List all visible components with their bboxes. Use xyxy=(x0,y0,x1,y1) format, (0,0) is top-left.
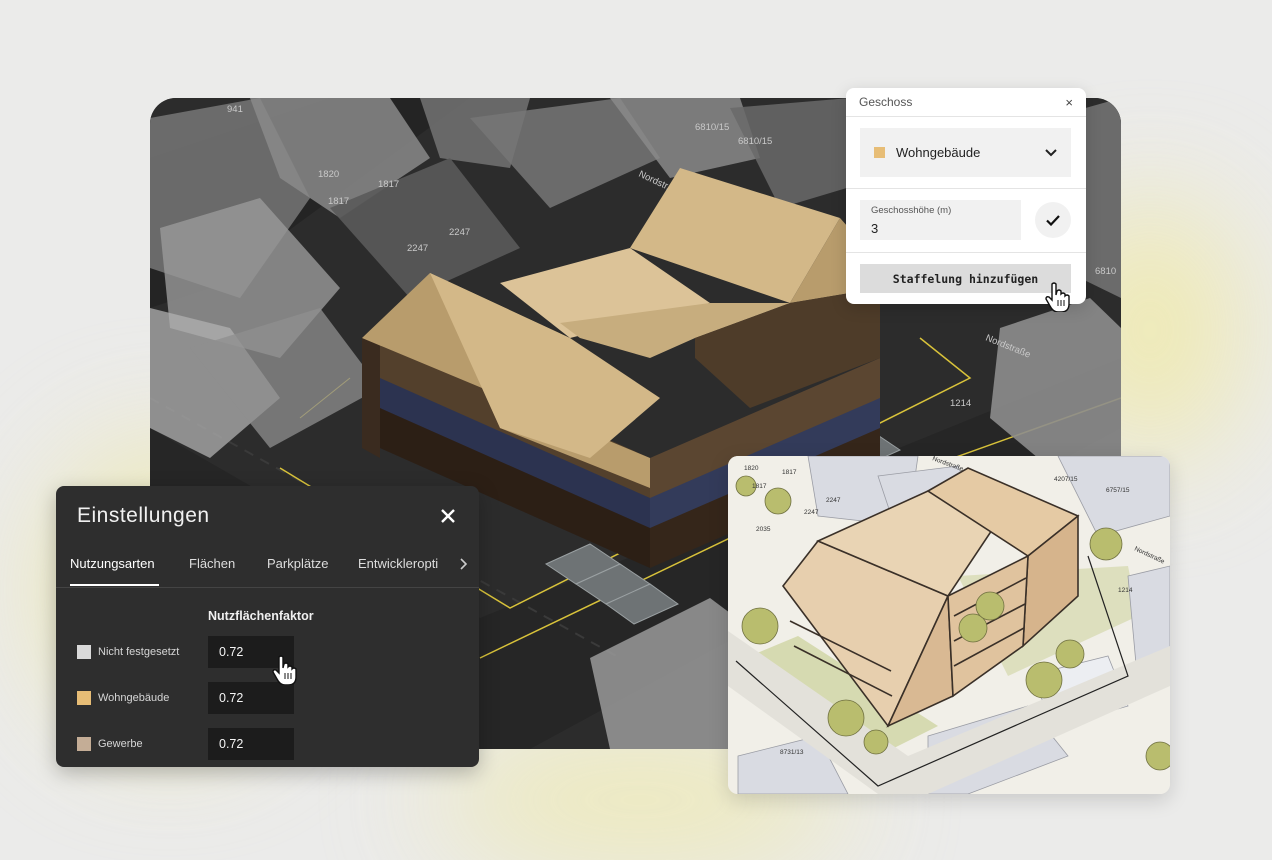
floor-height-value[interactable]: 3 xyxy=(871,221,1010,236)
sketch-rendering: 1820 1817 1817 2247 2247 2035 4207/15 67… xyxy=(728,456,1170,794)
usage-type-value: Wohngebäude xyxy=(896,145,981,160)
geschoss-panel-header: Geschoss × xyxy=(846,88,1086,117)
parcel-label: 941 xyxy=(227,104,243,115)
hand-cursor-icon xyxy=(272,655,297,685)
sketch-label: 2035 xyxy=(756,526,771,533)
usage-label: Gewerbe xyxy=(98,738,143,750)
close-icon[interactable]: × xyxy=(1065,95,1073,110)
sketch-label: 2247 xyxy=(804,509,819,516)
usage-type-select[interactable]: Wohngebäude xyxy=(860,128,1071,177)
sketch-label: 1820 xyxy=(744,465,759,472)
sketch-label: 6757/15 xyxy=(1106,487,1130,494)
sketch-label: 1817 xyxy=(752,483,767,490)
factor-input[interactable]: 0.72 xyxy=(208,682,294,714)
parcel-label: 6810/15 xyxy=(738,136,772,147)
parcel-label: 1817 xyxy=(378,179,399,190)
usage-color-swatch xyxy=(77,691,91,705)
hand-cursor-icon xyxy=(1045,282,1070,312)
usage-label: Wohngebäude xyxy=(98,692,170,704)
geschoss-panel: Geschoss × Wohngebäude Geschosshöhe (m) … xyxy=(846,88,1086,304)
settings-tabs: Nutzungsarten Flächen Parkplätze Entwick… xyxy=(56,556,479,588)
chevron-down-icon xyxy=(1045,148,1057,156)
tab-parkplaetze[interactable]: Parkplätze xyxy=(267,556,328,571)
usage-color-swatch xyxy=(874,147,885,158)
parcel-label: 2247 xyxy=(449,227,470,238)
floor-height-field[interactable]: Geschosshöhe (m) 3 xyxy=(860,200,1021,240)
active-tab-indicator xyxy=(70,584,159,586)
parcel-label: 6810/15 xyxy=(695,122,729,133)
parcel-label: 2247 xyxy=(407,243,428,254)
divider xyxy=(846,252,1086,253)
parcel-label: 6810 xyxy=(1095,266,1116,277)
settings-panel: Einstellungen Nutzungsarten Flächen Park… xyxy=(56,486,479,767)
add-staggering-button[interactable]: Staffelung hinzufügen xyxy=(860,264,1071,293)
usage-label: Nicht festgesetzt xyxy=(98,646,180,658)
settings-title: Einstellungen xyxy=(77,504,210,527)
geschoss-panel-title: Geschoss xyxy=(859,95,913,109)
parcel-label: 1820 xyxy=(318,169,339,180)
sketch-label: 8731/13 xyxy=(780,749,804,756)
sketch-label: 1214 xyxy=(1118,587,1133,594)
checkmark-icon xyxy=(1046,214,1060,226)
close-icon[interactable] xyxy=(438,506,458,526)
column-header: Nutzflächenfaktor xyxy=(208,609,314,623)
confirm-button[interactable] xyxy=(1035,202,1071,238)
sketch-label: 4207/15 xyxy=(1054,476,1078,483)
tab-entwickleroptionen[interactable]: Entwickleropti xyxy=(358,556,438,571)
usage-color-swatch xyxy=(77,737,91,751)
chevron-right-icon[interactable] xyxy=(458,558,468,570)
floor-height-label: Geschosshöhe (m) xyxy=(871,205,952,216)
tab-flaechen[interactable]: Flächen xyxy=(189,556,235,571)
parcel-label: 1214 xyxy=(950,398,971,409)
sketch-label: 1817 xyxy=(782,469,797,476)
sketch-label: 2247 xyxy=(826,497,841,504)
parcel-label: 1817 xyxy=(328,196,349,207)
tab-nutzungsarten[interactable]: Nutzungsarten xyxy=(70,556,155,571)
factor-input[interactable]: 0.72 xyxy=(208,728,294,760)
divider xyxy=(846,188,1086,189)
usage-color-swatch xyxy=(77,645,91,659)
